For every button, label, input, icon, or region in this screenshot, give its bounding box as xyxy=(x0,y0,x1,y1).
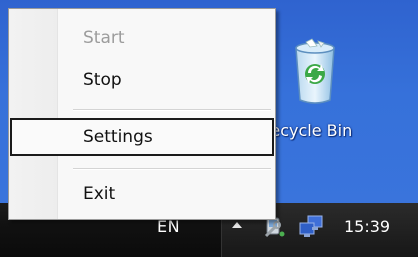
show-hidden-icons-arrow[interactable] xyxy=(232,222,242,228)
menu-item-stop[interactable]: Stop xyxy=(10,61,274,99)
menu-item-exit[interactable]: Exit xyxy=(10,175,274,213)
context-menu: Start Stop Settings Exit xyxy=(8,8,276,220)
menu-item-label: Start xyxy=(83,28,125,48)
taskbar-clock[interactable]: 15:39 xyxy=(344,217,390,236)
recycle-bin-icon[interactable] xyxy=(284,38,346,110)
menu-item-label: Stop xyxy=(83,70,122,90)
menu-separator xyxy=(73,109,271,111)
recycle-bin-label[interactable]: Recycle Bin xyxy=(260,121,410,140)
menu-item-label: Settings xyxy=(83,127,153,147)
menu-item-label: Exit xyxy=(83,184,116,204)
network-computers-icon[interactable] xyxy=(297,214,325,240)
menu-item-settings[interactable]: Settings xyxy=(10,118,274,156)
menu-separator xyxy=(73,168,271,170)
menu-item-start: Start xyxy=(10,19,274,57)
